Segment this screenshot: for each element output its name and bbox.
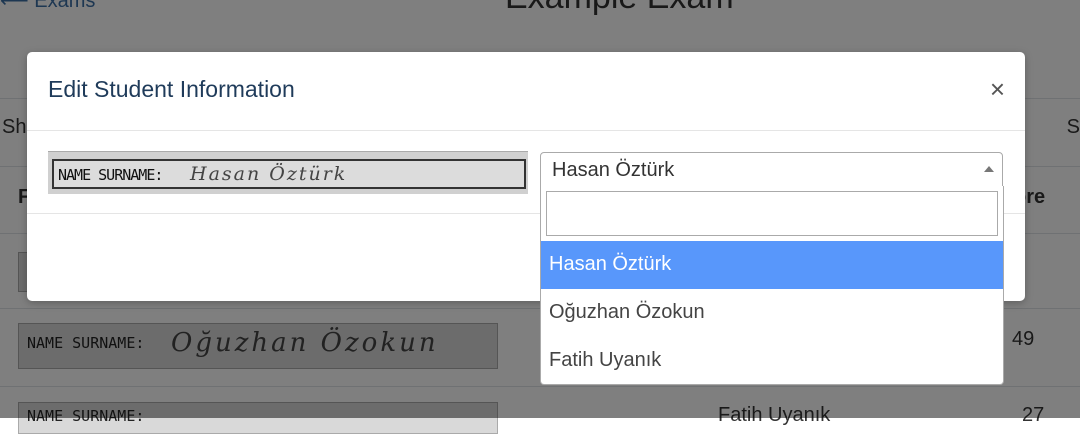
student-name-crop-image: NAME SURNAME: Hasan Öztürk xyxy=(48,151,528,194)
close-icon[interactable]: × xyxy=(990,76,1005,102)
select-search-input[interactable] xyxy=(546,191,998,236)
select-option[interactable]: Fatih Uyanık xyxy=(541,337,1003,385)
caret-up-icon[interactable] xyxy=(984,166,994,172)
modal-title: Edit Student Information xyxy=(48,76,295,102)
student-select[interactable]: Hasan Öztürk xyxy=(540,152,1003,187)
student-select-dropdown: Hasan Öztürk Oğuzhan Özokun Fatih Uyanık xyxy=(540,186,1004,385)
select-option[interactable]: Oğuzhan Özokun xyxy=(541,289,1003,337)
select-option[interactable]: Hasan Öztürk xyxy=(541,241,1003,289)
select-current-value: Hasan Öztürk xyxy=(552,159,675,181)
modal-header: Edit Student Information × xyxy=(27,52,1025,131)
crop-box: NAME SURNAME: Hasan Öztürk xyxy=(52,159,526,189)
crop-label: NAME SURNAME: xyxy=(58,166,163,184)
crop-handwriting: Hasan Öztürk xyxy=(190,163,348,185)
